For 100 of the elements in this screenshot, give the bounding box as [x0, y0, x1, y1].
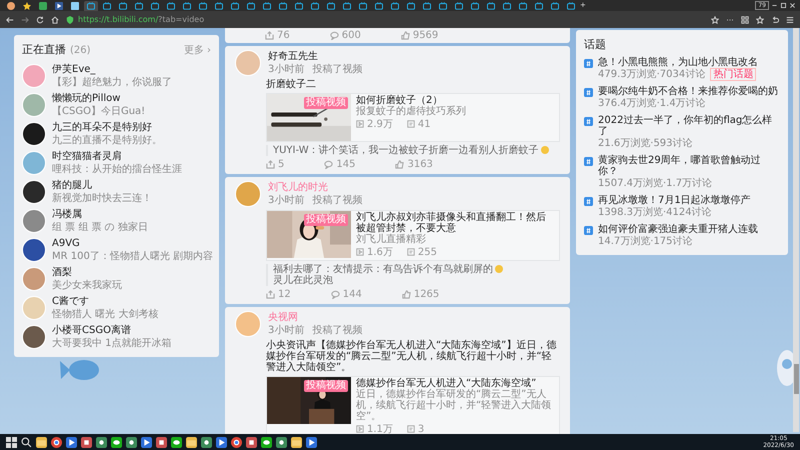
tv-icon	[519, 2, 527, 10]
streamer-name[interactable]: C酱です	[52, 295, 158, 308]
minimize-icon[interactable]	[771, 2, 778, 9]
streamer-name[interactable]: 小楼哥CSGO离谱	[52, 324, 172, 337]
author-name[interactable]: 好奇五先生	[268, 50, 362, 63]
topic-title[interactable]: 要喝尔纯牛奶不合格！来推荐你爱喝的奶	[598, 86, 778, 97]
video-description: 刘飞儿直播精彩	[356, 234, 427, 245]
danmaku-count: 255	[418, 246, 437, 258]
scrollbar[interactable]	[793, 28, 799, 432]
streamer-name[interactable]: 猪的腿儿	[52, 179, 152, 192]
scroll-thumb[interactable]	[794, 364, 799, 394]
back-icon[interactable]	[6, 16, 14, 24]
browser-tab[interactable]	[20, 0, 34, 10]
maximize-icon[interactable]	[780, 2, 787, 9]
streamer-name[interactable]: 时空猫猫者灵肩	[52, 150, 182, 163]
post-action: 投稿了视频	[312, 63, 362, 76]
topic-title[interactable]: 再见冰墩墩！7月1日起冰墩墩停产	[598, 195, 751, 206]
danmaku-icon	[406, 248, 415, 256]
search-icon[interactable]	[21, 436, 32, 448]
chat-icon[interactable]	[261, 436, 272, 448]
danmaku-icon	[406, 425, 415, 433]
tv-icon	[359, 2, 367, 10]
video-title[interactable]: 德媒抄作台军无人机进入“大陆东海空域”	[356, 378, 554, 389]
tv-icon	[503, 2, 511, 10]
gamepad-icon[interactable]	[96, 436, 107, 448]
video-card[interactable]: 投稿视频 如何折磨蚊子（2） 报复蚊子的虐待技巧系列 2.9万 41	[266, 93, 560, 142]
emoji-icon	[540, 146, 549, 154]
tv-icon	[551, 2, 559, 10]
live-count: (26)	[70, 45, 91, 56]
close-icon[interactable]	[789, 2, 796, 9]
streamer-name[interactable]: 九三的耳朵不是特别好	[52, 121, 162, 134]
topic-title[interactable]: 急！小黑电熊熊，为山地小黑电改名	[598, 57, 758, 68]
play-icon[interactable]	[306, 436, 317, 448]
video-badge: 投稿视频	[304, 97, 348, 109]
tv-icon	[87, 2, 95, 10]
forward-icon[interactable]	[21, 16, 29, 24]
windows-icon[interactable]	[6, 436, 17, 448]
tv-icon	[199, 2, 207, 10]
comment-text: YUYI-W：讲个笑话，我一边被蚊子折磨一边看别人折磨蚊子	[273, 145, 560, 156]
gamepad-icon[interactable]	[201, 436, 212, 448]
topic-title[interactable]: 2022过去一半了，你年初的flag怎么样了	[598, 115, 780, 137]
folder-icon[interactable]	[186, 436, 197, 448]
undo-icon[interactable]	[771, 16, 779, 24]
topic-stats: 376.4万浏览·1.4万讨论	[598, 97, 706, 110]
tv-icon	[231, 2, 239, 10]
play-icon[interactable]	[141, 436, 152, 448]
tv-icon	[295, 2, 303, 10]
avatar[interactable]	[22, 122, 46, 146]
bag-icon[interactable]	[81, 436, 92, 448]
url-text[interactable]: https://t.bilibili.com/	[78, 15, 158, 24]
menu-icon[interactable]	[786, 16, 794, 24]
video-card[interactable]: 投稿视频 刘飞儿亦叔刘亦菲摄像头和直播翻工！然后被超管封禁，不要大意 刘飞儿直播精彩 1.6万 255	[266, 210, 560, 261]
avatar[interactable]	[22, 325, 46, 349]
post-time: 3小时前	[268, 63, 304, 76]
comment-count: 144	[342, 289, 362, 300]
streamer-name[interactable]: 伊芙Eve_	[52, 63, 172, 76]
shield-icon	[66, 16, 74, 24]
streamer-name[interactable]: 懒懒玩的Pillow	[52, 92, 146, 105]
reload-icon[interactable]	[36, 16, 44, 24]
streamer-name[interactable]: 酒梨	[52, 266, 122, 279]
video-title[interactable]: 刘飞儿亦叔刘亦菲摄像头和直播翻工！然后被超管封禁，不要大意	[356, 212, 554, 234]
topic-title[interactable]: 黄家驹去世29周年，哪首歌曾触动过你？	[598, 155, 780, 177]
chat-icon[interactable]	[171, 436, 182, 448]
folder-icon[interactable]	[36, 436, 47, 448]
browser-icon[interactable]	[51, 436, 62, 448]
home-icon[interactable]	[51, 16, 59, 24]
tv-icon	[487, 2, 495, 10]
streamer-name[interactable]: A9VG	[52, 237, 211, 250]
tv-icon	[455, 2, 463, 10]
tv-icon	[375, 2, 383, 10]
browser-tab[interactable]	[52, 0, 66, 10]
streamer-name[interactable]: 冯楼属	[52, 208, 148, 221]
tv-icon	[263, 2, 271, 10]
url-query[interactable]: ?tab=video	[158, 15, 204, 24]
post-action: 投稿了视频	[312, 324, 362, 337]
browser-icon[interactable]	[231, 436, 242, 448]
gamepad-icon[interactable]	[126, 436, 137, 448]
bag-icon[interactable]	[246, 436, 257, 448]
app-icon	[39, 2, 47, 10]
browser-tab[interactable]	[4, 0, 18, 10]
folder-icon[interactable]	[291, 436, 302, 448]
browser-tab[interactable]	[68, 0, 82, 10]
favorites-icon[interactable]	[756, 16, 764, 24]
star-icon[interactable]	[711, 16, 719, 24]
play-icon[interactable]	[216, 436, 227, 448]
chat-icon[interactable]	[111, 436, 122, 448]
avatar[interactable]	[22, 238, 46, 262]
comment-count: 145	[336, 159, 356, 170]
video-title[interactable]: 如何折磨蚊子（2）	[356, 95, 554, 106]
video-card[interactable]: 投稿视频 德媒抄作台军无人机进入“大陆东海空域” 近日，德媒抄作台军研发的“腾云二型”无人机，续航飞行超十小时，并“轻警进入大陆领空”。 1.1万 3	[266, 376, 560, 434]
gamepad-icon[interactable]	[276, 436, 287, 448]
grid-icon[interactable]	[741, 16, 749, 24]
avatar-icon	[7, 2, 15, 10]
tv-icon	[535, 2, 543, 10]
topic-title[interactable]: 如何评价富豪强迫豪夫重开猪人连载	[598, 224, 758, 235]
play-icon[interactable]	[66, 436, 77, 448]
bag-icon[interactable]	[156, 436, 167, 448]
video-description: 近日，德媒抄作台军研发的“腾云二型”无人机，续航飞行超十小时，并“轻警进入大陆领空”。	[356, 389, 552, 422]
like-count: 9569	[412, 30, 438, 41]
avatar[interactable]	[22, 180, 46, 204]
